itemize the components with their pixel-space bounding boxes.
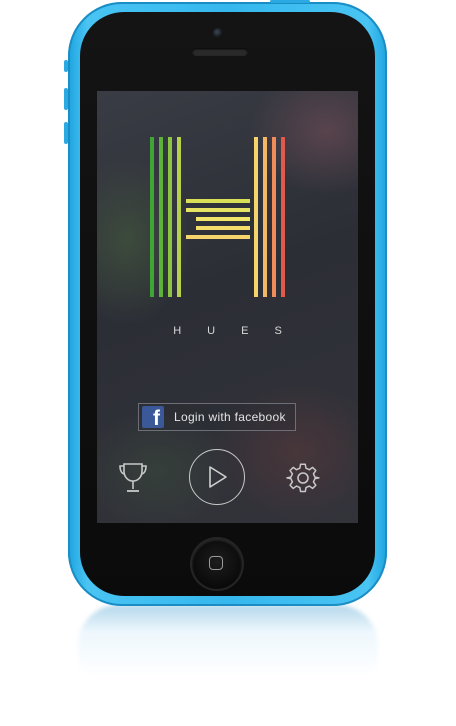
settings-button[interactable] — [286, 461, 320, 495]
device-reflection — [78, 605, 378, 695]
brand-name: HUES — [173, 325, 308, 337]
logo-stripe — [263, 137, 267, 297]
logo-stripe — [150, 137, 154, 297]
earpiece-speaker — [192, 48, 248, 56]
facebook-login-label: Login with facebook — [174, 410, 286, 424]
logo-stripe — [196, 217, 250, 221]
logo-stripe — [254, 137, 258, 297]
logo-stripe — [186, 208, 250, 212]
facebook-icon-glyph: f — [153, 407, 160, 428]
hues-logo — [150, 137, 285, 297]
play-button[interactable] — [189, 449, 245, 505]
logo-stripe — [159, 137, 163, 297]
facebook-icon: f — [142, 406, 164, 428]
mute-switch — [64, 60, 68, 72]
volume-up-button — [64, 88, 68, 110]
play-icon — [209, 466, 227, 488]
home-square-icon — [209, 556, 223, 570]
logo-stripe — [186, 235, 250, 239]
trophy-icon — [119, 463, 147, 492]
volume-down-button — [64, 122, 68, 144]
home-button[interactable] — [192, 539, 242, 589]
device-mockup: HUES f Login with facebook — [0, 0, 456, 726]
logo-stripe — [177, 137, 181, 297]
app-screen: HUES f Login with facebook — [97, 91, 358, 523]
logo-stripe — [281, 137, 285, 297]
leaderboard-button[interactable] — [118, 461, 148, 495]
logo-stripe — [168, 137, 172, 297]
logo-stripe — [196, 226, 250, 230]
facebook-login-button[interactable]: f Login with facebook — [138, 403, 296, 431]
logo-stripe — [272, 137, 276, 297]
gear-icon — [286, 463, 320, 493]
power-button — [270, 0, 310, 3]
logo-stripe — [186, 199, 250, 203]
front-camera — [213, 28, 223, 38]
